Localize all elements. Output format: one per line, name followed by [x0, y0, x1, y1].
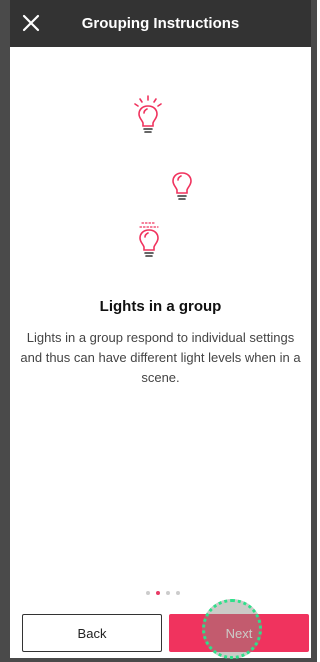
page-dot-1[interactable] — [146, 591, 150, 595]
page-dot-4[interactable] — [176, 591, 180, 595]
lightbulb-on-icon — [134, 95, 162, 133]
tap-indicator — [202, 599, 262, 659]
page-dot-2[interactable] — [156, 591, 160, 595]
page-dot-3[interactable] — [166, 591, 170, 595]
back-button[interactable]: Back — [22, 614, 162, 652]
pagination-dots — [146, 591, 180, 595]
header-bar: Grouping Instructions — [10, 0, 311, 47]
lightbulb-dim-icon — [139, 222, 159, 257]
section-description: Lights in a group respond to individual … — [20, 330, 301, 385]
lightbulb-icon — [172, 172, 192, 200]
page-title: Grouping Instructions — [81, 15, 240, 32]
close-icon[interactable] — [20, 12, 42, 34]
section-heading: Lights in a group — [99, 298, 222, 315]
